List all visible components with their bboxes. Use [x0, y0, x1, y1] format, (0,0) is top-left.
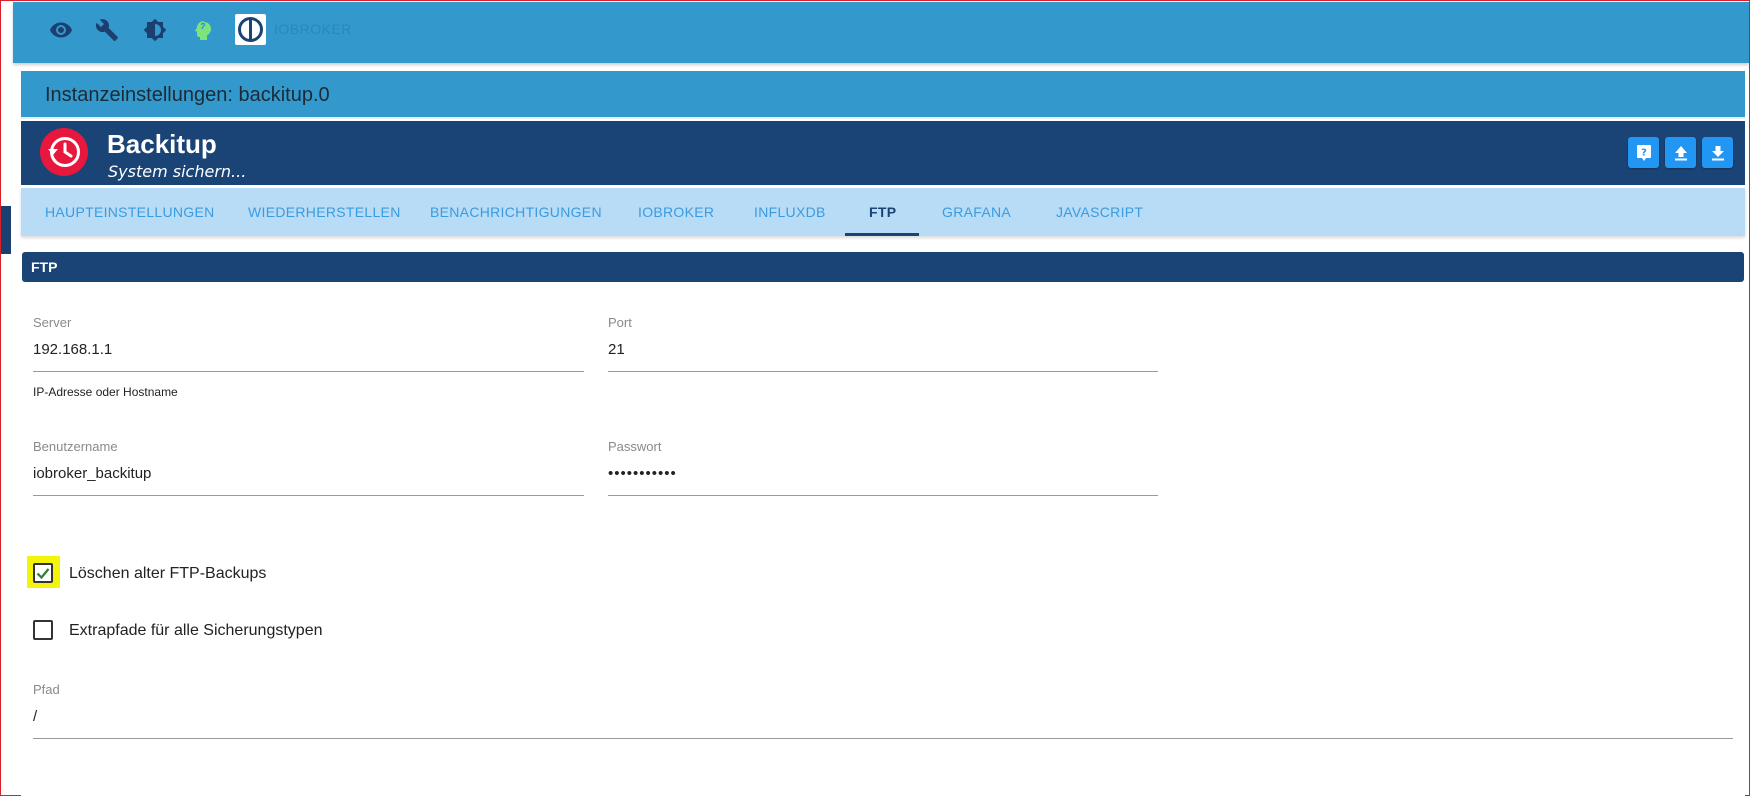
username-underline	[33, 495, 584, 496]
path-underline	[33, 738, 1733, 739]
top-toolbar: IOBROKER	[13, 2, 1749, 63]
eye-icon[interactable]	[47, 16, 75, 44]
backitup-logo-icon	[40, 128, 88, 176]
settings-dialog: Instanzeinstellungen: backitup.0 Backitu…	[21, 71, 1745, 797]
iobroker-logo	[235, 14, 266, 45]
password-field[interactable]: Passwort •••••••••••	[608, 439, 1158, 499]
path-input[interactable]: /	[33, 708, 37, 725]
port-underline	[608, 371, 1158, 372]
download-icon	[1711, 145, 1724, 160]
delete-old-backups-checkbox[interactable]: Löschen alter FTP-Backups	[27, 556, 333, 593]
extra-paths-label: Extrapfade für alle Sicherungstypen	[69, 622, 323, 639]
brand-text: IOBROKER	[274, 21, 352, 37]
dialog-title-bar: Instanzeinstellungen: backitup.0	[21, 71, 1745, 119]
tab-grafana[interactable]: GRAFANA	[942, 188, 1011, 236]
server-field[interactable]: Server 192.168.1.1 IP-Adresse oder Hostn…	[33, 315, 584, 405]
server-underline	[33, 371, 584, 372]
port-input[interactable]: 21	[608, 341, 625, 358]
section-header: FTP	[22, 252, 1744, 282]
adapter-name: Backitup	[107, 129, 217, 159]
password-label: Passwort	[608, 439, 662, 454]
wrench-icon[interactable]	[93, 16, 121, 44]
password-underline	[608, 495, 1158, 496]
port-field[interactable]: Port 21	[608, 315, 1158, 375]
tab-javascript[interactable]: JAVASCRIPT	[1056, 188, 1143, 236]
brightness-icon[interactable]	[141, 16, 169, 44]
help-button[interactable]: ?	[1628, 137, 1659, 168]
delete-old-backups-label: Löschen alter FTP-Backups	[69, 565, 267, 582]
username-field[interactable]: Benutzername iobroker_backitup	[33, 439, 584, 499]
tab-ftp[interactable]: FTP	[869, 188, 896, 236]
svg-text:?: ?	[1641, 147, 1647, 158]
tab-haupteinstellungen[interactable]: HAUPTEINSTELLUNGEN	[45, 188, 215, 236]
server-label: Server	[33, 315, 72, 330]
help-icon: ?	[1636, 144, 1651, 161]
tab-wiederherstellen[interactable]: WIEDERHERSTELLEN	[248, 188, 401, 236]
port-label: Port	[608, 315, 632, 330]
window-frame: IOBROKER Instanzeinstellungen: backitup.…	[0, 0, 1750, 797]
tab-iobroker[interactable]: IOBROKER	[638, 188, 714, 236]
expert-mode-icon[interactable]	[189, 16, 217, 44]
sidebar-edge	[1, 206, 11, 254]
server-input[interactable]: 192.168.1.1	[33, 341, 112, 358]
active-tab-indicator	[845, 233, 919, 236]
checkbox-box[interactable]	[33, 563, 53, 583]
username-input[interactable]: iobroker_backitup	[33, 465, 151, 482]
checkmark-icon	[36, 568, 50, 580]
password-input[interactable]: •••••••••••	[608, 465, 677, 482]
extra-paths-checkbox[interactable]: Extrapfade für alle Sicherungstypen	[33, 620, 393, 650]
username-label: Benutzername	[33, 439, 118, 454]
path-field[interactable]: Pfad /	[33, 682, 1733, 742]
download-button[interactable]	[1702, 137, 1733, 168]
upload-button[interactable]	[1665, 137, 1696, 168]
tab-influxdb[interactable]: INFLUXDB	[754, 188, 826, 236]
adapter-subtitle: System sichern...	[108, 162, 247, 181]
server-help-text: IP-Adresse oder Hostname	[33, 385, 178, 399]
upload-icon	[1674, 145, 1687, 160]
section-title: FTP	[31, 259, 58, 275]
checkbox-box[interactable]	[33, 620, 53, 640]
dialog-title: Instanzeinstellungen: backitup.0	[45, 84, 330, 106]
tab-bar: HAUPTEINSTELLUNGEN WIEDERHERSTELLEN BENA…	[21, 188, 1745, 236]
path-label: Pfad	[33, 682, 60, 697]
adapter-header: Backitup System sichern... ?	[21, 121, 1745, 185]
tab-benachrichtigungen[interactable]: BENACHRICHTIGUNGEN	[430, 188, 602, 236]
